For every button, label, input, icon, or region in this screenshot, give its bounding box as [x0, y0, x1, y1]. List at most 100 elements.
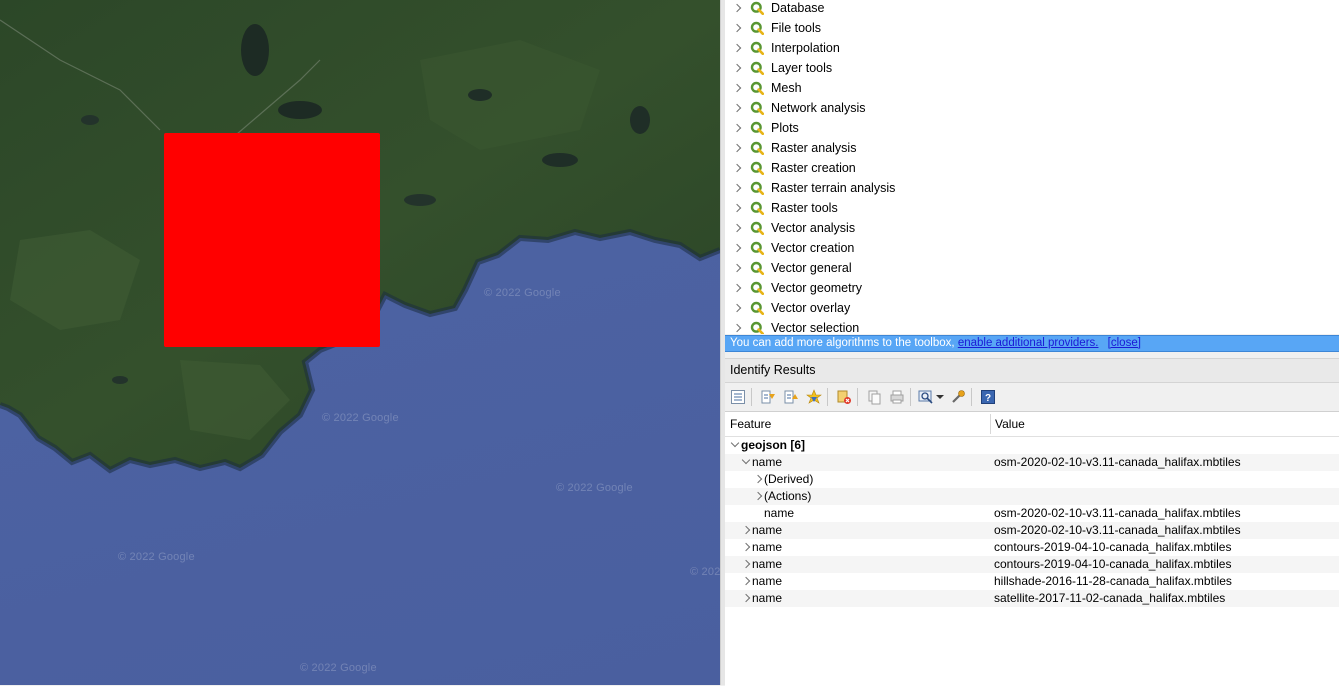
chevron-right-icon[interactable]	[734, 284, 742, 292]
chevron-right-icon[interactable]	[741, 593, 751, 603]
chevron-right-icon[interactable]	[734, 324, 742, 332]
toolbox-group-item[interactable]: Raster analysis	[725, 138, 1339, 158]
toolbox-group-item[interactable]: File tools	[725, 18, 1339, 38]
toolbox-group-item[interactable]: Raster creation	[725, 158, 1339, 178]
chevron-right-icon[interactable]	[734, 144, 742, 152]
qgis-q-icon	[750, 181, 764, 195]
chevron-right-icon[interactable]	[734, 264, 742, 272]
chevron-right-icon[interactable]	[734, 304, 742, 312]
identify-settings-icon[interactable]	[948, 387, 968, 407]
chevron-right-icon[interactable]	[734, 24, 742, 32]
panel-title: Identify Results	[725, 358, 1339, 383]
toolbox-group-item[interactable]: Database	[725, 0, 1339, 18]
toolbox-group-item[interactable]: Raster tools	[725, 198, 1339, 218]
chevron-right-icon[interactable]	[741, 525, 751, 535]
map-watermark: © 2022 Google	[300, 662, 377, 674]
collapse-tree-icon[interactable]	[781, 387, 801, 407]
copy-feature-icon[interactable]	[864, 387, 884, 407]
enable-providers-link[interactable]: enable additional providers.	[958, 337, 1099, 349]
feature-cell: name	[752, 455, 783, 469]
clear-results-icon[interactable]	[834, 387, 854, 407]
identify-mode-icon[interactable]	[917, 387, 945, 407]
toolbox-group-label: Raster creation	[771, 161, 856, 175]
qgis-q-icon	[750, 21, 764, 35]
toolbox-group-item[interactable]: Vector overlay	[725, 298, 1339, 318]
table-row[interactable]: (Actions)	[725, 488, 1339, 505]
map-canvas[interactable]: © 2022 Google © 2022 Google © 2022 Googl…	[0, 0, 720, 685]
chevron-right-icon[interactable]	[734, 224, 742, 232]
chevron-right-icon[interactable]	[734, 204, 742, 212]
identify-results-tree[interactable]: Feature Value geojson [6] name osm-2020-02…	[725, 411, 1339, 686]
chevron-right-icon[interactable]	[734, 64, 742, 72]
dropdown-arrow-icon[interactable]	[936, 395, 944, 399]
table-row[interactable]: geojson [6]	[725, 437, 1339, 454]
chevron-down-icon[interactable]	[730, 438, 740, 448]
qgis-q-icon	[750, 221, 764, 235]
chevron-right-icon[interactable]	[734, 184, 742, 192]
toolbox-group-item[interactable]: Vector creation	[725, 238, 1339, 258]
table-row[interactable]: name osm-2020-02-10-v3.11-canada_halifax.…	[725, 454, 1339, 471]
table-row[interactable]: name hillshade-2016-11-28-canada_halifax.…	[725, 573, 1339, 590]
map-watermark: © 2022 Google	[322, 412, 399, 424]
toolbox-group-label: Raster analysis	[771, 141, 857, 155]
expand-all-icon[interactable]	[804, 387, 824, 407]
qgis-q-icon	[750, 41, 764, 55]
qgis-q-icon	[750, 241, 764, 255]
toolbar-separator	[910, 388, 911, 406]
chevron-right-icon[interactable]	[734, 124, 742, 132]
selected-feature-highlight[interactable]	[164, 133, 380, 347]
qgis-q-icon	[750, 261, 764, 275]
chevron-right-icon[interactable]	[734, 4, 742, 12]
chevron-right-icon[interactable]	[741, 559, 751, 569]
chevron-right-icon[interactable]	[734, 44, 742, 52]
toolbox-group-label: Network analysis	[771, 101, 866, 115]
value-cell: osm-2020-02-10-v3.11-canada_halifax.mbti…	[994, 523, 1241, 537]
value-cell: hillshade-2016-11-28-canada_halifax.mbti…	[994, 574, 1232, 588]
toolbar-separator	[857, 388, 858, 406]
toolbox-group-item[interactable]: Raster terrain analysis	[725, 178, 1339, 198]
chevron-right-icon[interactable]	[753, 474, 763, 484]
table-row[interactable]: name contours-2019-04-10-canada_halifax.m…	[725, 539, 1339, 556]
feature-cell: geojson [6]	[741, 438, 806, 452]
toolbox-group-label: Vector selection	[771, 321, 860, 334]
feature-cell: name	[752, 557, 783, 571]
toolbar-separator	[971, 388, 972, 406]
chevron-right-icon[interactable]	[734, 104, 742, 112]
chevron-right-icon[interactable]	[741, 576, 751, 586]
processing-toolbox-tree[interactable]: Database File tools Interpolation Layer too…	[725, 0, 1339, 334]
table-header: Feature Value	[725, 412, 1339, 437]
toolbox-group-label: Raster terrain analysis	[771, 181, 896, 195]
table-row[interactable]: name osm-2020-02-10-v3.11-canada_halifax.…	[725, 505, 1339, 522]
toolbox-group-item[interactable]: Network analysis	[725, 98, 1339, 118]
toolbox-group-item[interactable]: Vector analysis	[725, 218, 1339, 238]
toolbox-group-item[interactable]: Vector general	[725, 258, 1339, 278]
toolbox-group-item[interactable]: Vector geometry	[725, 278, 1339, 298]
table-row[interactable]: name contours-2019-04-10-canada_halifax.m…	[725, 556, 1339, 573]
column-header-value[interactable]: Value	[990, 412, 1025, 436]
qgis-q-icon	[750, 201, 764, 215]
column-header-feature[interactable]: Feature	[725, 412, 771, 436]
toolbox-group-item[interactable]: Vector selection	[725, 318, 1339, 334]
chevron-right-icon[interactable]	[741, 542, 751, 552]
table-row[interactable]: name satellite-2017-11-02-canada_halifax.…	[725, 590, 1339, 607]
table-row[interactable]: name osm-2020-02-10-v3.11-canada_halifax.…	[725, 522, 1339, 539]
chevron-right-icon[interactable]	[753, 491, 763, 501]
expand-new-results-icon[interactable]	[728, 387, 748, 407]
chevron-right-icon[interactable]	[734, 244, 742, 252]
close-info-link[interactable]: [close]	[1108, 337, 1141, 349]
toolbox-group-label: Mesh	[771, 81, 802, 95]
chevron-down-icon[interactable]	[741, 455, 751, 465]
toolbox-group-label: Vector geometry	[771, 281, 863, 295]
toolbox-group-item[interactable]: Mesh	[725, 78, 1339, 98]
table-row[interactable]: (Derived)	[725, 471, 1339, 488]
map-watermark: © 2022 Google	[484, 287, 561, 299]
expand-tree-icon[interactable]	[758, 387, 778, 407]
chevron-right-icon[interactable]	[734, 164, 742, 172]
toolbox-group-item[interactable]: Layer tools	[725, 58, 1339, 78]
feature-cell: name	[752, 540, 783, 554]
toolbox-group-item[interactable]: Plots	[725, 118, 1339, 138]
chevron-right-icon[interactable]	[734, 84, 742, 92]
help-icon[interactable]: ?	[978, 387, 998, 407]
toolbox-group-item[interactable]: Interpolation	[725, 38, 1339, 58]
print-results-icon[interactable]	[887, 387, 907, 407]
